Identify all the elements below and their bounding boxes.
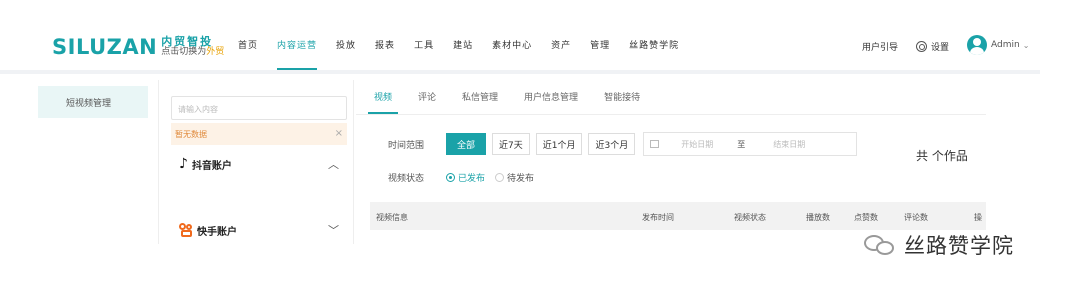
column-header-publish-time: 发布时间 (642, 213, 674, 222)
time-range-filter: 时间范围 全部 近7天 近1个月 近3个月 开始日期 至 结束日期 (388, 132, 858, 156)
settings-button[interactable]: 设置 (916, 40, 949, 53)
date-range-picker[interactable]: 开始日期 至 结束日期 (643, 132, 858, 156)
time-range-label: 时间范围 (388, 140, 425, 151)
nav-item-ads[interactable]: 投放 (336, 38, 356, 68)
radio-icon (495, 173, 505, 182)
account-group-label: 抖音账户 (191, 160, 232, 172)
nav-item-material-center[interactable]: 素材中心 (492, 38, 532, 68)
column-header-likes: 点赞数 (854, 213, 878, 222)
video-table-header: 视频信息 发布时间 视频状态 播放数 点赞数 评论数 操 (370, 202, 986, 230)
content-tabs: 视频 评论 私信管理 用户信息管理 智能接待 (367, 90, 666, 114)
time-7d-button[interactable]: 近7天 (492, 133, 530, 155)
status-published-radio[interactable]: 已发布 (446, 171, 485, 184)
watermark-text: 丝路赞学院 (904, 234, 1014, 258)
column-header-plays: 播放数 (806, 213, 830, 222)
nav-item-assets[interactable]: 资产 (551, 38, 571, 68)
status-pending-radio[interactable]: 待发布 (495, 171, 534, 184)
tab-comments[interactable]: 评论 (418, 90, 436, 114)
account-group-douyin[interactable]: ♪ 抖音账户 ︿ (179, 156, 339, 172)
wechat-icon (862, 231, 898, 259)
nav-item-manage[interactable]: 管理 (590, 38, 610, 68)
radio-label: 待发布 (507, 174, 535, 184)
date-range-separator: 至 (737, 139, 746, 149)
calendar-icon (650, 140, 660, 148)
market-switch-prefix: 点击切换为 (161, 47, 207, 57)
time-1m-button[interactable]: 近1个月 (535, 133, 583, 155)
gear-icon (916, 41, 928, 52)
tabs-divider (356, 114, 986, 115)
nav-item-content-ops[interactable]: 内容运营 (277, 38, 318, 70)
tiktok-icon: ♪ (179, 156, 188, 172)
account-group-label: 快手账户 (197, 226, 237, 238)
radio-icon (446, 173, 455, 182)
chevron-up-icon: ︿ (328, 158, 339, 171)
time-all-button[interactable]: 全部 (446, 133, 486, 155)
logo-cn-title: 内贸智投 (161, 35, 214, 48)
watermark: 丝路赞学院 (862, 230, 1014, 260)
user-guide-link[interactable]: 用户引导 (862, 40, 898, 53)
video-status-filter: 视频状态 已发布 待发布 (388, 171, 544, 184)
tab-smart-reception[interactable]: 智能接待 (604, 90, 640, 114)
nav-item-site-builder[interactable]: 建站 (453, 38, 473, 68)
video-status-label: 视频状态 (388, 174, 425, 184)
app-page: SILUZAN 内贸智投 点击切换为外贸 首页 内容运营 投放 报表 工具 建站… (0, 0, 1080, 296)
video-content-area: 视频 评论 私信管理 用户信息管理 智能接待 时间范围 全部 近7天 近1个月 … (356, 80, 986, 240)
market-switch[interactable]: 点击切换为外贸 (161, 47, 224, 58)
column-header-comments: 评论数 (904, 213, 928, 222)
radio-label: 已发布 (458, 174, 486, 184)
nav-item-academy[interactable]: 丝路赞学院 (629, 38, 679, 68)
user-name: Admin (991, 40, 1020, 50)
time-3m-button[interactable]: 近3个月 (588, 133, 636, 155)
close-icon[interactable]: × (335, 129, 343, 139)
no-data-alert: 暂无数据 × (171, 123, 347, 145)
works-count: 共 个作品 (916, 149, 968, 163)
main-nav: 首页 内容运营 投放 报表 工具 建站 素材中心 资产 管理 丝路赞学院 (238, 38, 698, 70)
logo-subtitle: 内贸智投 点击切换为外贸 (161, 36, 224, 58)
sidebar-item-short-video-management[interactable]: 短视频管理 (38, 86, 148, 118)
sidebar: 短视频管理 (0, 74, 148, 296)
tab-user-info[interactable]: 用户信息管理 (524, 90, 578, 114)
tab-video[interactable]: 视频 (367, 90, 399, 114)
header-tools: 用户引导 设置 Admin ⌄ (862, 35, 1029, 55)
column-header-video-status: 视频状态 (734, 213, 766, 222)
column-header-video-info: 视频信息 (376, 213, 408, 222)
settings-label: 设置 (931, 43, 950, 53)
chevron-down-icon: ⌄ (1022, 40, 1030, 50)
kuaishou-icon (179, 223, 193, 237)
no-data-text: 暂无数据 (175, 130, 207, 139)
top-navigation-bar: SILUZAN 内贸智投 点击切换为外贸 首页 内容运营 投放 报表 工具 建站… (0, 0, 1040, 70)
tab-messages[interactable]: 私信管理 (462, 90, 498, 114)
account-group-kuaishou[interactable]: 快手账户 ﹀ (179, 222, 339, 238)
logo-wordmark: SILUZAN (52, 35, 158, 59)
account-panel: 请输入内容 暂无数据 × ♪ 抖音账户 ︿ 快手账户 ﹀ (158, 80, 354, 244)
nav-item-reports[interactable]: 报表 (375, 38, 395, 68)
header-divider (0, 70, 1040, 74)
user-menu[interactable]: Admin ⌄ (967, 35, 1029, 55)
column-header-actions: 操 (974, 213, 982, 222)
market-switch-link[interactable]: 外贸 (206, 47, 224, 57)
account-search-input[interactable]: 请输入内容 (171, 96, 347, 120)
end-date-input[interactable]: 结束日期 (773, 139, 805, 150)
start-date-input[interactable]: 开始日期 (681, 139, 713, 150)
chevron-down-icon: ﹀ (328, 224, 339, 237)
nav-item-home[interactable]: 首页 (238, 38, 258, 68)
nav-item-tools[interactable]: 工具 (414, 38, 434, 68)
brand-logo[interactable]: SILUZAN 内贸智投 点击切换为外贸 (52, 36, 224, 58)
avatar-icon (967, 35, 988, 55)
